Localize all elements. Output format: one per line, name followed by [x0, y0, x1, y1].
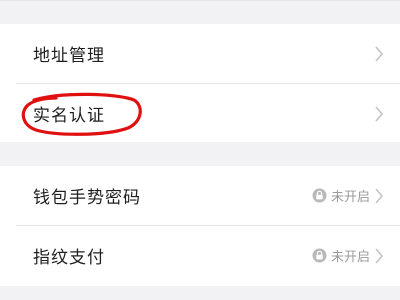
- row-label: 地址管理: [33, 46, 105, 66]
- row-label: 实名认证: [33, 106, 105, 126]
- chevron-right-icon: [374, 105, 384, 122]
- row-accessory: [374, 105, 384, 122]
- settings-group-security: 钱包手势密码 未开启 指纹支付 未开启: [0, 166, 400, 286]
- status-text: 未开启: [330, 190, 370, 205]
- row-accessory: 未开启: [312, 186, 384, 205]
- chevron-right-icon: [374, 247, 384, 264]
- chevron-right-icon: [374, 45, 384, 62]
- settings-row-address-management[interactable]: 地址管理: [0, 24, 400, 83]
- row-accessory: 未开启: [312, 246, 384, 265]
- row-label: 指纹支付: [33, 248, 105, 268]
- settings-group-account: 地址管理 实名认证: [0, 24, 400, 142]
- lock-icon: [312, 248, 327, 263]
- settings-row-wallet-gesture-password[interactable]: 钱包手势密码 未开启: [0, 166, 400, 225]
- chevron-right-icon: [374, 187, 384, 204]
- settings-screen: 地址管理 实名认证 钱包手势密码 未开启 指纹支付 未开启: [0, 0, 400, 300]
- row-label: 钱包手势密码: [33, 188, 141, 208]
- divider: [0, 0, 400, 1]
- settings-row-fingerprint-payment[interactable]: 指纹支付 未开启: [0, 226, 400, 285]
- section-spacer: [0, 142, 400, 166]
- row-accessory: [374, 45, 384, 62]
- settings-row-real-name-auth[interactable]: 实名认证: [0, 84, 400, 143]
- status-text: 未开启: [330, 250, 370, 265]
- section-spacer-top: [0, 0, 400, 24]
- lock-icon: [312, 188, 327, 203]
